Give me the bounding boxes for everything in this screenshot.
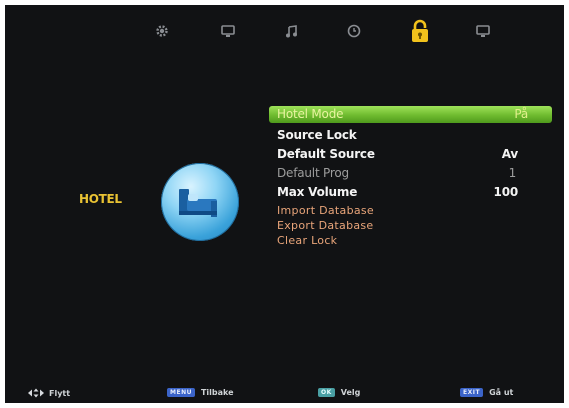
page-title: HOTEL [79, 192, 122, 206]
menu-item-label: Default Source [277, 147, 375, 161]
tab-picture[interactable] [216, 19, 240, 43]
gear-icon [156, 25, 168, 37]
hint-select: OK Velg [318, 388, 360, 397]
menu-item-max-volume[interactable]: Max Volume 100 [269, 184, 552, 200]
hint-exit: EXIT Gå ut [460, 388, 513, 397]
monitor-icon [476, 24, 490, 37]
clock-icon [347, 24, 361, 38]
menu-item-label: Source Lock [277, 128, 357, 142]
menu-item-value: 1 [508, 166, 517, 180]
hint-bar: Flytt MENU Tilbake OK Velg EXIT Gå ut [5, 383, 564, 403]
hint-move: Flytt [27, 388, 70, 398]
monitor-icon [221, 24, 235, 37]
tab-time[interactable] [342, 19, 366, 43]
direction-arrows-icon [28, 388, 44, 398]
hotel-bed-icon [161, 163, 239, 241]
menu-item-import-database[interactable]: Import Database [269, 203, 552, 218]
hint-move-label: Flytt [49, 388, 71, 398]
menu-key-badge: MENU [167, 388, 195, 397]
padlock-icon [412, 19, 428, 42]
tab-setup[interactable] [471, 19, 495, 43]
menu-tab-bar [5, 5, 564, 57]
menu-item-label: Hotel Mode [277, 107, 344, 121]
hotel-menu-list: Hotel Mode På Source Lock Default Source… [269, 106, 552, 248]
tv-screen: HOTEL Hotel Mode På Source Lock Default … [5, 5, 564, 403]
menu-item-default-source[interactable]: Default Source Av [269, 146, 552, 162]
hint-back-label: Tilbake [200, 388, 234, 397]
menu-item-source-lock[interactable]: Source Lock [269, 127, 552, 143]
menu-item-hotel-mode[interactable]: Hotel Mode På [269, 106, 552, 123]
menu-item-export-database[interactable]: Export Database [269, 218, 552, 233]
exit-key-badge: EXIT [460, 388, 484, 397]
menu-item-value: Av [501, 147, 519, 161]
ok-key-badge: OK [318, 388, 335, 397]
tab-settings[interactable] [150, 19, 174, 43]
menu-item-label: Export Database [277, 219, 374, 232]
menu-item-default-prog: Default Prog 1 [269, 165, 552, 181]
tab-lock[interactable] [408, 19, 432, 43]
menu-item-label: Import Database [277, 204, 374, 217]
menu-item-label: Max Volume [277, 185, 358, 199]
tab-sound[interactable] [279, 19, 303, 43]
menu-item-label: Default Prog [277, 166, 349, 180]
menu-item-clear-lock[interactable]: Clear Lock [269, 233, 552, 248]
menu-item-value: 100 [493, 185, 519, 199]
hint-select-label: Velg [340, 388, 361, 397]
music-note-icon [286, 24, 297, 37]
hint-back: MENU Tilbake [167, 388, 234, 397]
menu-item-value: På [514, 107, 528, 121]
hint-exit-label: Gå ut [489, 388, 514, 397]
menu-item-label: Clear Lock [277, 234, 338, 247]
